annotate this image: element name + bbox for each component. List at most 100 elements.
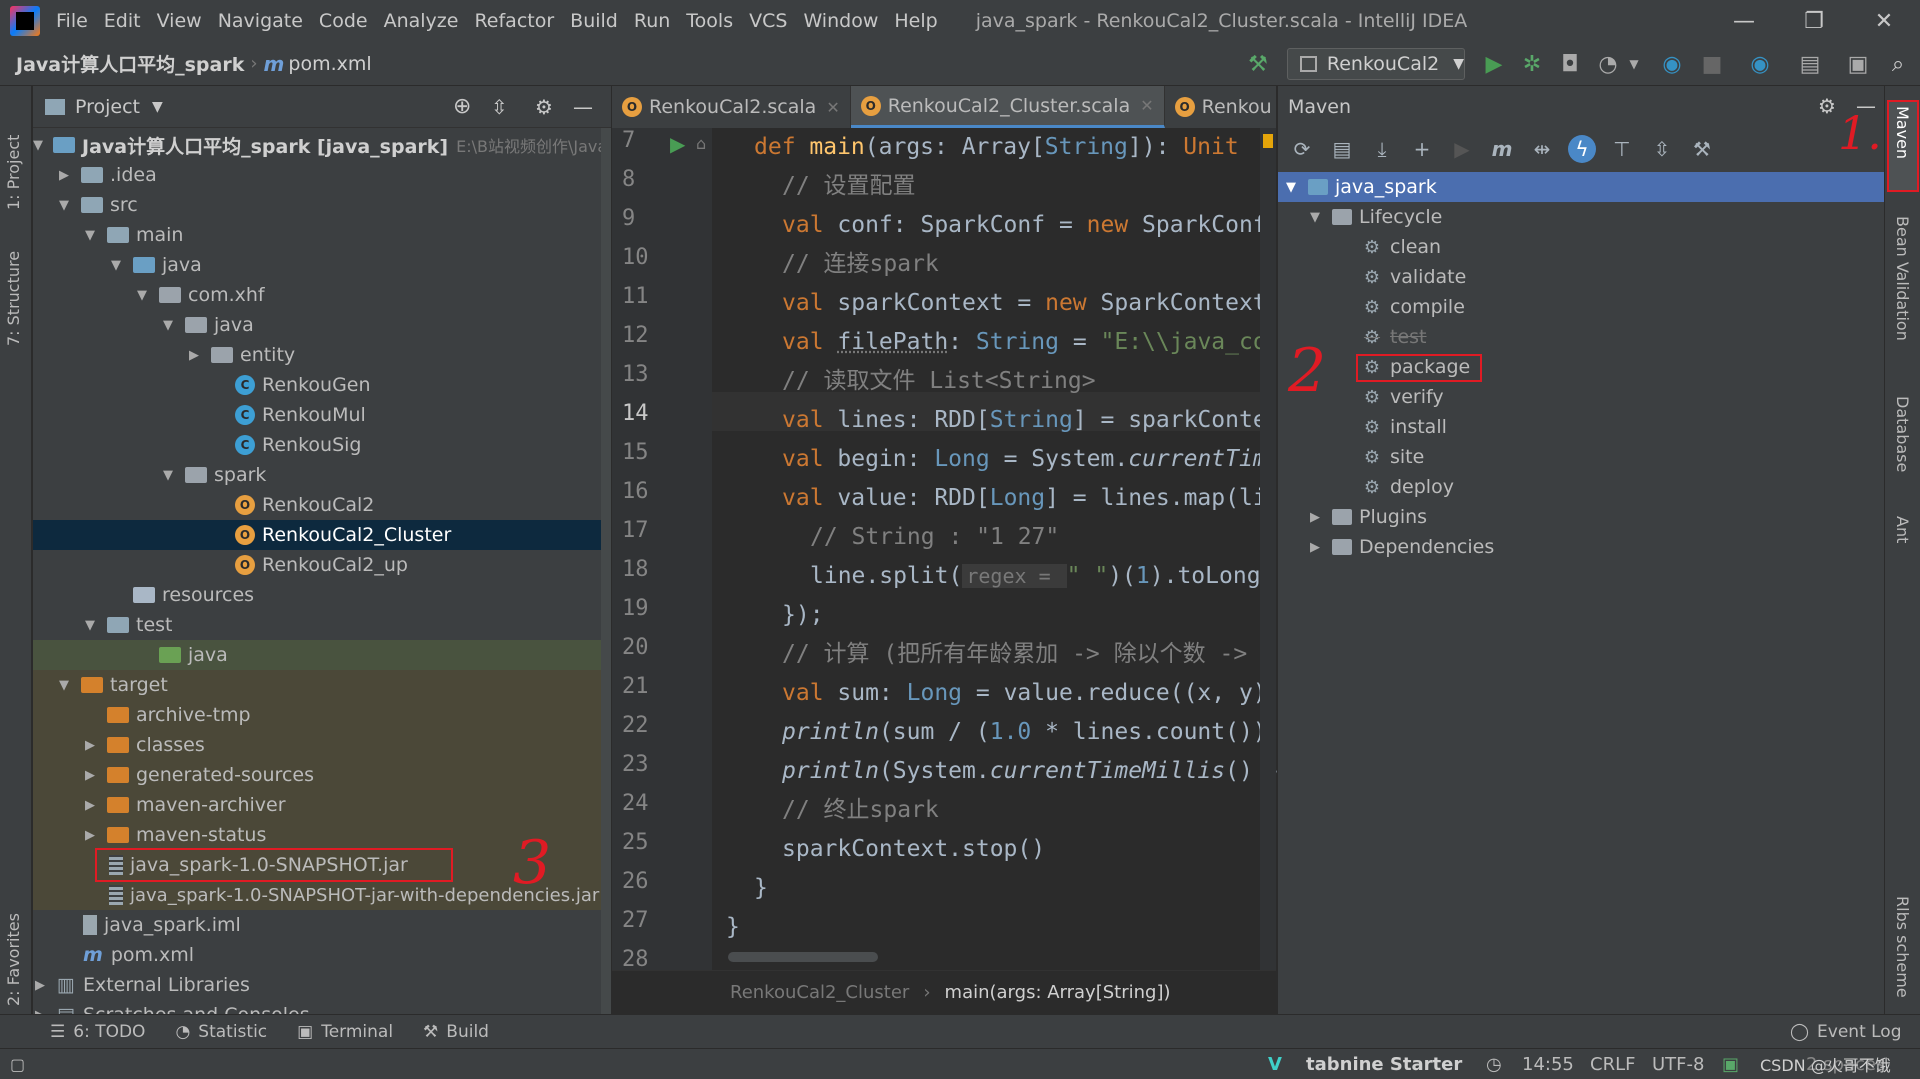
- tree-row-generated-sources[interactable]: ▶ generated-sources: [33, 760, 611, 790]
- project-panel-title[interactable]: Project: [75, 96, 140, 118]
- lock-icon[interactable]: ▣: [1722, 1054, 1739, 1075]
- maven-goal-install[interactable]: ⚙ install: [1278, 412, 1884, 442]
- menu-edit[interactable]: Edit: [96, 10, 149, 32]
- update-icon[interactable]: ◉: [1746, 50, 1774, 78]
- tree-row-iml[interactable]: java_spark.iml: [33, 910, 611, 940]
- tree-row-src[interactable]: ▼ src: [33, 190, 611, 220]
- run-icon[interactable]: ▶: [1448, 135, 1476, 163]
- tab-structure-tool[interactable]: 7: Structure: [4, 226, 23, 346]
- tree-row-resources[interactable]: resources: [33, 580, 611, 610]
- tree-row-java-package[interactable]: ▼ java: [33, 310, 611, 340]
- menu-file[interactable]: File: [48, 10, 96, 32]
- collapsed-arrow-icon[interactable]: ▶: [187, 348, 201, 363]
- collapsed-arrow-icon[interactable]: ▶: [83, 828, 97, 843]
- collapsed-arrow-icon[interactable]: ▶: [1308, 540, 1322, 555]
- expanded-arrow-icon[interactable]: ▼: [1284, 180, 1298, 195]
- generate-sources-icon[interactable]: ▤: [1328, 135, 1356, 163]
- horizontal-scrollbar[interactable]: [728, 952, 878, 962]
- reload-icon[interactable]: ⟳: [1288, 135, 1316, 163]
- tree-row-renkousig[interactable]: C RenkouSig: [33, 430, 611, 460]
- tree-row-classes[interactable]: ▶ classes: [33, 730, 611, 760]
- help-icon[interactable]: ◉: [1658, 50, 1686, 78]
- editor-scrollbar[interactable]: [1260, 128, 1276, 970]
- show-dependencies-icon[interactable]: ⊤: [1608, 135, 1636, 163]
- tree-row-root[interactable]: ▼ Java计算人口平均_spark [java_spark] E:\B站视频创…: [33, 130, 611, 160]
- tab-renkoucal2-cluster[interactable]: O RenkouCal2_Cluster.scala ✕: [850, 86, 1165, 128]
- tab-todo-tool[interactable]: ☰ 6: TODO: [50, 1022, 145, 1042]
- menu-window[interactable]: Window: [795, 10, 886, 32]
- tree-row-test-java[interactable]: java: [33, 640, 611, 670]
- tree-row-pom[interactable]: m pom.xml: [33, 940, 611, 970]
- code-area[interactable]: def main(args: Array[String]): Unit // 设…: [612, 128, 1281, 970]
- tree-row-test[interactable]: ▼ test: [33, 610, 611, 640]
- maven-dependencies-row[interactable]: ▶ Dependencies: [1278, 532, 1884, 562]
- tree-row-renkoucal2[interactable]: O RenkouCal2: [33, 490, 611, 520]
- tree-row-maven-archiver[interactable]: ▶ maven-archiver: [33, 790, 611, 820]
- maven-goal-clean[interactable]: ⚙ clean: [1278, 232, 1884, 262]
- expanded-arrow-icon[interactable]: ▼: [33, 138, 43, 153]
- collapse-all-icon[interactable]: ⇳: [491, 95, 508, 119]
- menu-vcs[interactable]: VCS: [741, 10, 795, 32]
- menu-code[interactable]: Code: [311, 10, 376, 32]
- tree-row-spark[interactable]: ▼ spark: [33, 460, 611, 490]
- tree-scrollbar[interactable]: [601, 128, 611, 1014]
- tab-bean-validation-tool[interactable]: Bean Validation: [1893, 216, 1912, 341]
- breadcrumb-object[interactable]: RenkouCal2_Cluster: [730, 982, 909, 1003]
- project-structure-icon[interactable]: ▤: [1796, 50, 1824, 78]
- collapsed-arrow-icon[interactable]: ▶: [83, 768, 97, 783]
- tab-database-tool[interactable]: Database: [1893, 396, 1912, 472]
- expanded-arrow-icon[interactable]: ▼: [135, 288, 149, 303]
- locate-crosshair-icon[interactable]: ⊕: [453, 94, 471, 119]
- tab-renkoucal2[interactable]: O RenkouCal2.scala ✕: [612, 86, 851, 128]
- collapsed-arrow-icon[interactable]: ▶: [57, 168, 71, 183]
- maven-goal-compile[interactable]: ⚙ compile: [1278, 292, 1884, 322]
- menu-build[interactable]: Build: [562, 10, 626, 32]
- profile-icon[interactable]: ◔: [1594, 50, 1622, 78]
- tree-row-archive-tmp[interactable]: archive-tmp: [33, 700, 611, 730]
- expanded-arrow-icon[interactable]: ▼: [1308, 210, 1322, 225]
- maven-goal-test[interactable]: ⚙ test: [1278, 322, 1884, 352]
- expanded-arrow-icon[interactable]: ▼: [161, 468, 175, 483]
- tab-statistic-tool[interactable]: ◔ Statistic: [175, 1022, 267, 1042]
- expanded-arrow-icon[interactable]: ▼: [83, 618, 97, 633]
- coverage-icon[interactable]: ◘: [1556, 50, 1584, 78]
- warning-marker-icon[interactable]: [1263, 134, 1273, 148]
- cursor-position[interactable]: 14:55: [1522, 1054, 1574, 1075]
- profile-dropdown-icon[interactable]: ▼: [1620, 50, 1648, 78]
- tree-row-idea[interactable]: ▶ .idea: [33, 160, 611, 190]
- minimize-icon[interactable]: —: [1714, 0, 1774, 42]
- stop-icon[interactable]: ■: [1698, 50, 1726, 78]
- tree-row-external-libraries[interactable]: ▶ ▥ External Libraries: [33, 970, 611, 1000]
- collapse-all-icon[interactable]: ⇳: [1648, 135, 1676, 163]
- tree-row-target[interactable]: ▼ target: [33, 670, 611, 700]
- maven-project-row[interactable]: ▼ java_spark: [1278, 172, 1884, 202]
- search-icon[interactable]: ⌕: [1884, 50, 1912, 78]
- terminal-window-icon[interactable]: ▣: [1844, 50, 1872, 78]
- tab-ant-tool[interactable]: Ant: [1893, 516, 1912, 543]
- toggle-tool-windows-icon[interactable]: ▢: [10, 1055, 25, 1074]
- tree-row-renkoucal2-cluster[interactable]: O RenkouCal2_Cluster: [33, 520, 611, 550]
- maven-plugins-row[interactable]: ▶ Plugins: [1278, 502, 1884, 532]
- toggle-offline-icon[interactable]: ⇹: [1528, 135, 1556, 163]
- tab-favorites-tool[interactable]: 2: Favorites: [4, 886, 23, 1006]
- breadcrumb-method[interactable]: main(args: Array[String]): [945, 982, 1171, 1003]
- tree-row-com-xhf[interactable]: ▼ com.xhf: [33, 280, 611, 310]
- run-icon[interactable]: ▶: [1480, 50, 1508, 78]
- tab-project-tool[interactable]: 1: Project: [4, 100, 23, 210]
- run-configuration-select[interactable]: RenkouCal2 ▼: [1287, 48, 1465, 80]
- execute-goal-icon[interactable]: m: [1488, 135, 1516, 163]
- collapsed-arrow-icon[interactable]: ▶: [83, 738, 97, 753]
- debug-bug-icon[interactable]: ✲: [1518, 50, 1546, 78]
- maven-goal-verify[interactable]: ⚙ verify: [1278, 382, 1884, 412]
- collapsed-arrow-icon[interactable]: ▶: [83, 798, 97, 813]
- expanded-arrow-icon[interactable]: ▼: [57, 198, 71, 213]
- tree-row-renkougen[interactable]: C RenkouGen: [33, 370, 611, 400]
- menu-refactor[interactable]: Refactor: [466, 10, 562, 32]
- expanded-arrow-icon[interactable]: ▼: [57, 678, 71, 693]
- tree-row-main-java[interactable]: ▼ java: [33, 250, 611, 280]
- menu-help[interactable]: Help: [886, 10, 945, 32]
- expanded-arrow-icon[interactable]: ▼: [109, 258, 123, 273]
- tree-row-scratches[interactable]: ▶ ▤ Scratches and Consoles: [33, 1000, 611, 1014]
- gear-icon[interactable]: ⚙: [1818, 94, 1836, 118]
- line-separator[interactable]: CRLF: [1590, 1054, 1635, 1075]
